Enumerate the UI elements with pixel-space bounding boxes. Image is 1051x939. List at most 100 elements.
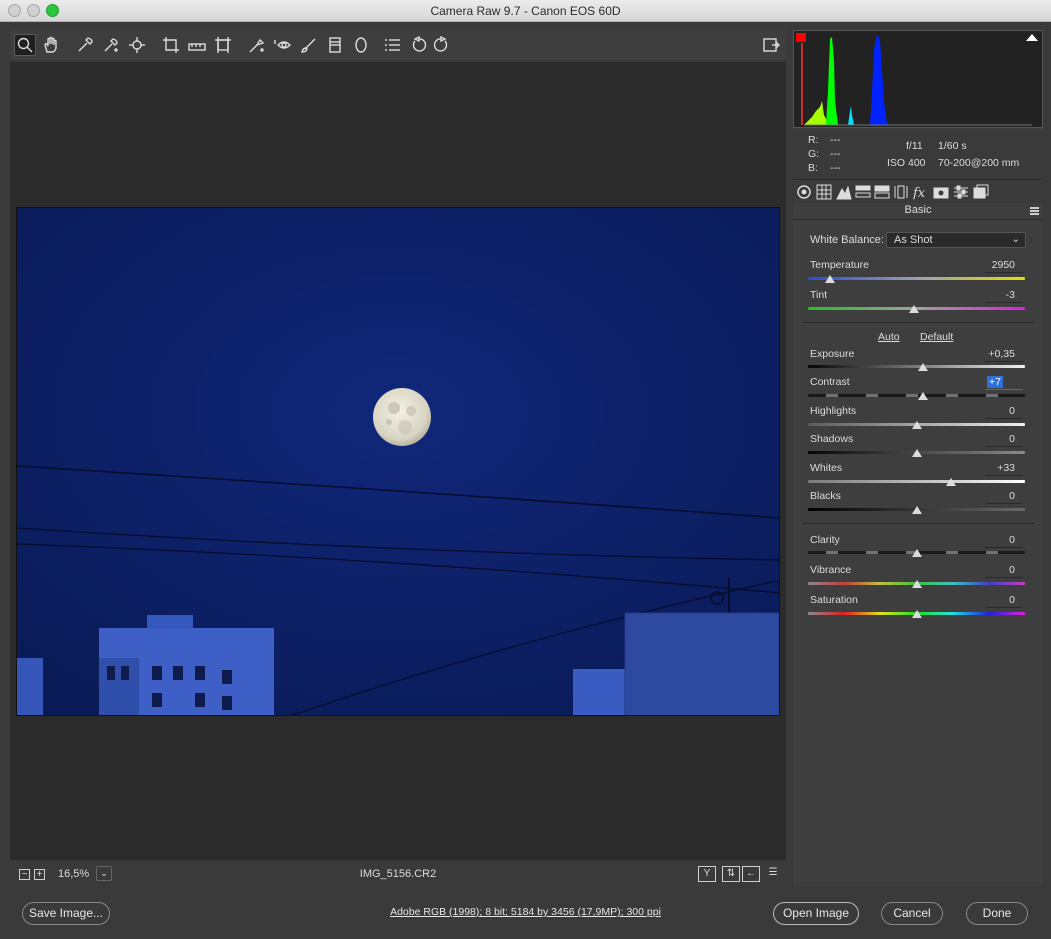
exposure-slider-thumb[interactable]: [918, 363, 928, 371]
exposure-slider[interactable]: [808, 365, 1025, 368]
fullscreen-icon[interactable]: [760, 34, 782, 56]
white-balance-value: As Shot: [894, 234, 933, 246]
before-after-button[interactable]: Y: [698, 866, 716, 882]
cancel-button[interactable]: Cancel: [881, 902, 943, 925]
red-value: ---: [830, 134, 841, 146]
saturation-label: Saturation: [810, 594, 858, 606]
rotate-right-icon[interactable]: [430, 34, 452, 56]
tint-label: Tint: [810, 289, 828, 301]
panel-menu-icon[interactable]: [1030, 207, 1039, 215]
blue-value: ---: [830, 162, 841, 174]
white-balance-select[interactable]: As Shot ⌄: [886, 232, 1026, 248]
color-sampler-icon[interactable]: [100, 34, 122, 56]
whites-slider-thumb[interactable]: [946, 478, 957, 486]
blacks-slider-thumb[interactable]: [911, 506, 922, 514]
histogram: [793, 30, 1043, 128]
saturation-value[interactable]: 0: [975, 594, 1015, 606]
exposure-label: Exposure: [810, 348, 855, 360]
camera-calibration-icon[interactable]: [933, 184, 949, 200]
status-bar: − + 16,5% ⌄ IMG_5156.CR2 Y ⇅ ← ☰: [10, 862, 786, 886]
temperature-value[interactable]: 2950: [975, 259, 1015, 271]
panel-tabs: fx: [793, 181, 1043, 203]
photo-preview[interactable]: [16, 207, 780, 716]
image-canvas[interactable]: [10, 62, 786, 860]
transform-icon[interactable]: [212, 34, 234, 56]
done-button[interactable]: Done: [966, 902, 1028, 925]
vibrance-slider-thumb[interactable]: [911, 580, 922, 588]
svg-text:fx: fx: [913, 186, 926, 200]
view-settings-icon[interactable]: ☰: [764, 866, 782, 882]
vibrance-value[interactable]: 0: [975, 564, 1015, 576]
clarity-slider-thumb[interactable]: [911, 549, 922, 557]
contrast-label: Contrast: [810, 376, 850, 388]
basic-icon[interactable]: [796, 184, 812, 200]
lens-corrections-icon[interactable]: [893, 184, 909, 200]
exposure-value[interactable]: +0,35: [975, 348, 1015, 360]
highlight-clipping-warning-icon: [1026, 34, 1038, 41]
temperature-label: Temperature: [810, 259, 869, 271]
clarity-value[interactable]: 0: [975, 534, 1015, 546]
highlights-value[interactable]: 0: [975, 405, 1015, 417]
detail-icon[interactable]: [836, 184, 852, 200]
rotate-left-icon[interactable]: [408, 34, 430, 56]
green-value: ---: [830, 148, 841, 160]
adjustment-brush-icon[interactable]: [298, 34, 320, 56]
green-label: G:: [808, 148, 820, 160]
workflow-options-link[interactable]: Adobe RGB (1998); 8 bit; 5184 by 3456 (1…: [390, 906, 661, 918]
white-balance-icon[interactable]: [74, 34, 96, 56]
clarity-label: Clarity: [810, 534, 840, 546]
graduated-filter-icon[interactable]: [324, 34, 346, 56]
panel-title: Basic: [793, 204, 1043, 220]
shutter-speed: 1/60 s: [938, 140, 967, 152]
hsl-icon[interactable]: [855, 184, 871, 200]
shadows-label: Shadows: [810, 433, 854, 445]
temperature-slider-thumb[interactable]: [824, 275, 835, 283]
window-title: Camera Raw 9.7 - Canon EOS 60D: [430, 4, 621, 18]
white-balance-label: White Balance:: [810, 234, 884, 246]
whites-value[interactable]: +33: [975, 462, 1015, 474]
aperture: f/11: [906, 140, 923, 152]
chevron-down-icon: ⌄: [1011, 234, 1020, 245]
swap-settings-icon[interactable]: ⇅: [722, 866, 740, 882]
open-image-button[interactable]: Open Image: [773, 902, 859, 925]
temperature-slider[interactable]: [808, 277, 1025, 280]
hand-icon[interactable]: [40, 34, 62, 56]
red-eye-icon[interactable]: [272, 34, 294, 56]
straighten-icon[interactable]: [186, 34, 208, 56]
right-panel: R: --- G: --- B: --- f/11 1/60 s ISO 400…: [793, 30, 1043, 886]
highlights-slider-thumb[interactable]: [911, 421, 922, 429]
save-image-button[interactable]: Save Image...: [22, 902, 110, 925]
copy-settings-icon[interactable]: ←: [742, 866, 760, 882]
radial-filter-icon[interactable]: [350, 34, 372, 56]
blacks-value[interactable]: 0: [975, 490, 1015, 502]
shadows-value[interactable]: 0: [975, 433, 1015, 445]
whites-slider[interactable]: [808, 480, 1025, 483]
vibrance-label: Vibrance: [810, 564, 852, 576]
contrast-slider[interactable]: [808, 394, 1025, 397]
crop-icon[interactable]: [160, 34, 182, 56]
saturation-slider-thumb[interactable]: [911, 610, 922, 618]
tint-value[interactable]: -3: [975, 289, 1015, 301]
effects-icon[interactable]: fx: [912, 184, 929, 201]
spot-removal-icon[interactable]: [246, 34, 268, 56]
shadows-slider-thumb[interactable]: [911, 449, 922, 457]
highlights-label: Highlights: [810, 405, 857, 417]
split-toning-icon[interactable]: [874, 184, 890, 200]
red-label: R:: [808, 134, 819, 146]
whites-label: Whites: [810, 462, 843, 474]
file-name: IMG_5156.CR2: [359, 868, 437, 880]
toolbar: [10, 30, 786, 60]
snapshots-icon[interactable]: [973, 184, 989, 200]
tone-curve-icon[interactable]: [816, 184, 832, 200]
contrast-value[interactable]: +7: [987, 376, 1003, 388]
targeted-adjustment-icon[interactable]: [126, 34, 148, 56]
zoom-icon[interactable]: [14, 34, 36, 56]
contrast-slider-thumb[interactable]: [918, 392, 928, 400]
default-link[interactable]: Default: [920, 331, 953, 343]
presets-icon[interactable]: [953, 184, 969, 200]
blacks-label: Blacks: [810, 490, 841, 502]
lens: 70-200@200 mm: [938, 157, 1020, 169]
auto-link[interactable]: Auto: [878, 331, 900, 343]
tint-slider-thumb[interactable]: [909, 305, 920, 313]
preferences-icon[interactable]: [382, 34, 404, 56]
